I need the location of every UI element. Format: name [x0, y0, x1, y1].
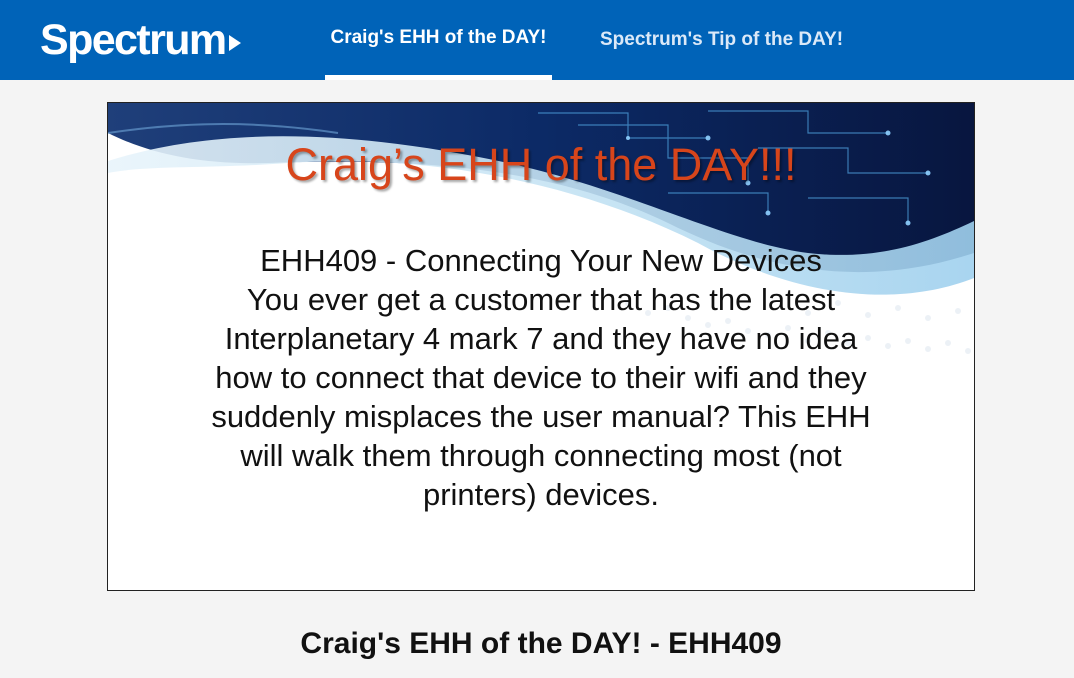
slide-line: You ever get a customer that has the lat…	[246, 282, 836, 317]
brand-name: Spectrum	[40, 15, 227, 64]
slide-line: printers) devices.	[422, 477, 660, 512]
slide-description: EHH409 - Connecting Your New Devices You…	[148, 241, 934, 514]
slide-line: will walk them through connecting most (…	[240, 438, 842, 473]
top-navigation-bar: Spectrum Craig's EHH of the DAY! Spectru…	[0, 0, 1074, 80]
slide-line: suddenly misplaces the user manual? This…	[211, 399, 871, 434]
tab-spectrums-tip-of-the-day[interactable]: Spectrum's Tip of the DAY!	[600, 0, 843, 80]
slide-line: Interplanetary 4 mark 7 and they have no…	[224, 321, 858, 356]
slide-caption: Craig's EHH of the DAY! - EHH409	[300, 627, 782, 660]
slide-title: Craig’s EHH of the DAY!!!	[285, 139, 797, 190]
slide-line: how to connect that device to their wifi…	[215, 360, 867, 395]
spectrum-logo[interactable]: Spectrum	[40, 14, 241, 66]
tab-label: Spectrum's Tip of the DAY!	[600, 29, 844, 50]
slide-line: EHH409 - Connecting Your New Devices	[260, 243, 822, 278]
tab-craigs-ehh-of-the-day[interactable]: Craig's EHH of the DAY!	[325, 0, 552, 80]
tab-label: Craig's EHH of the DAY!	[330, 26, 547, 48]
play-triangle-icon	[228, 35, 241, 51]
featured-slide-image: Craig’s EHH of the DAY!!! EHH409 - Conne…	[107, 102, 975, 591]
